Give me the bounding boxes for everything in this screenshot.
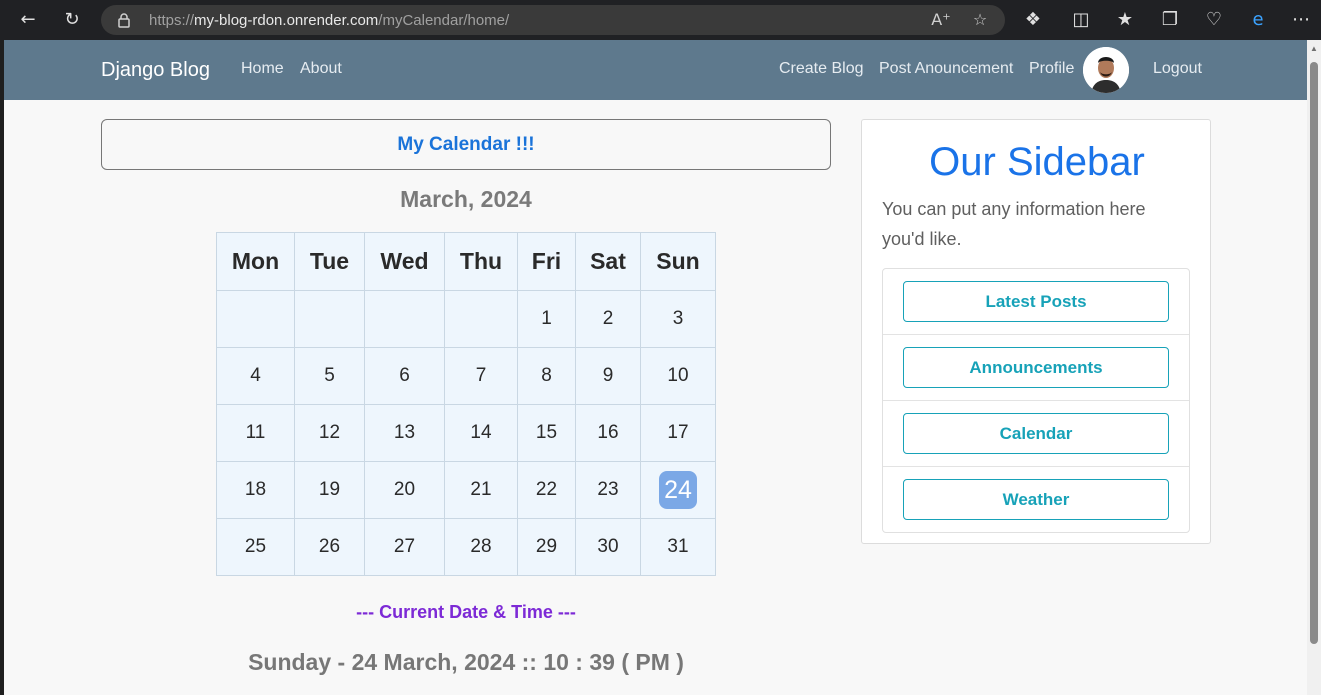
calendar-button[interactable]: Calendar	[903, 413, 1169, 454]
current-datetime-value: Sunday - 24 March, 2024 :: 10 : 39 ( PM …	[248, 649, 684, 675]
sidebar-list-item: Latest Posts	[883, 269, 1189, 335]
nav-profile-link[interactable]: Profile	[1029, 60, 1074, 78]
calendar-day-cell: 7	[444, 347, 518, 405]
calendar-week-row: 11 12 13 14 15 16 17	[216, 404, 716, 462]
page-content: Django Blog Home About Create Blog Post …	[4, 40, 1307, 695]
nav-create-blog-link[interactable]: Create Blog	[779, 60, 864, 78]
extensions-icon[interactable]: ❖	[1021, 8, 1045, 32]
favorites-icon[interactable]: ★	[1113, 8, 1137, 32]
calendar-day-cell: 28	[444, 518, 518, 576]
calendar-day-cell: 20	[364, 461, 445, 519]
calendar-week-row: 4 5 6 7 8 9 10	[216, 347, 716, 405]
calendar-day-cell: 31	[640, 518, 716, 576]
nav-logout-link[interactable]: Logout	[1153, 60, 1202, 78]
calendar-day-cell: 16	[575, 404, 641, 462]
browser-toolbar: ← ↻ https://my-blog-rdon.onrender.com/my…	[0, 0, 1321, 40]
calendar-header-title: My Calendar !!!	[397, 134, 535, 155]
calendar-day-cell	[216, 290, 295, 348]
calendar-day-cell: 12	[294, 404, 365, 462]
calendar-day-cell: 22	[517, 461, 576, 519]
calendar-header-card: My Calendar !!!	[101, 119, 831, 170]
calendar-day-cell: 11	[216, 404, 295, 462]
calendar-day-cell: 13	[364, 404, 445, 462]
weekday-header: Fri	[517, 232, 576, 291]
calendar-day-cell: 6	[364, 347, 445, 405]
address-bar[interactable]: https://my-blog-rdon.onrender.com/myCale…	[101, 5, 1005, 35]
calendar-day-cell	[444, 290, 518, 348]
calendar-week-row: 1 2 3	[216, 290, 716, 348]
sidebar-list-item: Weather	[883, 467, 1189, 533]
announcements-button[interactable]: Announcements	[903, 347, 1169, 388]
back-arrow-icon[interactable]: ←	[16, 8, 40, 32]
weekday-header: Thu	[444, 232, 518, 291]
calendar-day-cell: 14	[444, 404, 518, 462]
calendar-day-cell: 10	[640, 347, 716, 405]
calendar-day-cell: 27	[364, 518, 445, 576]
weekday-header: Wed	[364, 232, 445, 291]
edge-copilot-icon[interactable]: e	[1246, 8, 1270, 32]
calendar-week-row: 25 26 27 28 29 30 31	[216, 518, 716, 576]
browser-essentials-icon[interactable]: ♡	[1202, 8, 1226, 32]
calendar-day-cell: 18	[216, 461, 295, 519]
sidebar-list-item: Calendar	[883, 401, 1189, 467]
sidebar-list-item: Announcements	[883, 335, 1189, 401]
calendar-day-cell	[294, 290, 365, 348]
latest-posts-button[interactable]: Latest Posts	[903, 281, 1169, 322]
avatar-image	[1083, 47, 1129, 93]
weekday-header-row: Mon Tue Wed Thu Fri Sat Sun	[216, 232, 716, 291]
calendar-day-cell: 9	[575, 347, 641, 405]
read-aloud-icon[interactable]: A⁺	[929, 8, 953, 32]
favorite-star-icon[interactable]: ☆	[968, 8, 992, 32]
refresh-icon[interactable]: ↻	[60, 8, 84, 32]
weather-button[interactable]: Weather	[903, 479, 1169, 520]
scroll-up-arrow-icon[interactable]: ▲	[1309, 44, 1319, 54]
calendar-day-cell: 4	[216, 347, 295, 405]
calendar-day-cell: 30	[575, 518, 641, 576]
calendar-day-cell	[364, 290, 445, 348]
today-highlight: 24	[659, 471, 697, 509]
weekday-header: Tue	[294, 232, 365, 291]
calendar-day-cell: 5	[294, 347, 365, 405]
calendar-day-cell: 2	[575, 290, 641, 348]
sidebar-title: Our Sidebar	[929, 140, 1145, 184]
collections-icon[interactable]: ❐	[1158, 8, 1182, 32]
nav-post-announcement-link[interactable]: Post Anouncement	[879, 60, 1013, 78]
url-path: /myCalendar/home/	[378, 12, 510, 29]
calendar-day-cell-today: 24	[640, 461, 716, 519]
sidebar-card: Our Sidebar You can put any information …	[861, 119, 1211, 544]
weekday-header: Sun	[640, 232, 716, 291]
calendar-day-cell: 23	[575, 461, 641, 519]
split-screen-icon[interactable]: ◫	[1069, 8, 1093, 32]
url-domain: my-blog-rdon.onrender.com	[194, 12, 379, 29]
nav-about-link[interactable]: About	[300, 60, 342, 78]
more-menu-icon[interactable]: ⋯	[1289, 8, 1313, 32]
calendar-day-cell: 19	[294, 461, 365, 519]
scrollbar-thumb[interactable]	[1310, 62, 1318, 644]
profile-avatar[interactable]	[1083, 47, 1129, 93]
calendar-table: Mon Tue Wed Thu Fri Sat Sun 1 2 3 4 5 6 …	[216, 232, 716, 576]
nav-home-link[interactable]: Home	[241, 60, 284, 78]
calendar-day-cell: 1	[517, 290, 576, 348]
sidebar-button-list: Latest Posts Announcements Calendar Weat…	[882, 268, 1190, 533]
sidebar-description: You can put any information here you'd l…	[882, 199, 1146, 249]
weekday-header: Sat	[575, 232, 641, 291]
calendar-day-cell: 21	[444, 461, 518, 519]
calendar-day-cell: 17	[640, 404, 716, 462]
url-text: https://my-blog-rdon.onrender.com/myCale…	[149, 12, 509, 29]
calendar-day-cell: 25	[216, 518, 295, 576]
top-navbar: Django Blog Home About Create Blog Post …	[4, 40, 1307, 100]
url-scheme: https://	[149, 12, 195, 29]
month-title: March, 2024	[400, 186, 532, 212]
weekday-header: Mon	[216, 232, 295, 291]
current-datetime-label: --- Current Date & Time ---	[356, 602, 576, 622]
calendar-day-cell: 29	[517, 518, 576, 576]
calendar-day-cell: 3	[640, 290, 716, 348]
calendar-day-cell: 15	[517, 404, 576, 462]
calendar-week-row: 18 19 20 21 22 23 24	[216, 461, 716, 519]
calendar-day-cell: 26	[294, 518, 365, 576]
brand-link[interactable]: Django Blog	[101, 59, 210, 82]
lock-icon	[118, 13, 130, 28]
calendar-day-cell: 8	[517, 347, 576, 405]
